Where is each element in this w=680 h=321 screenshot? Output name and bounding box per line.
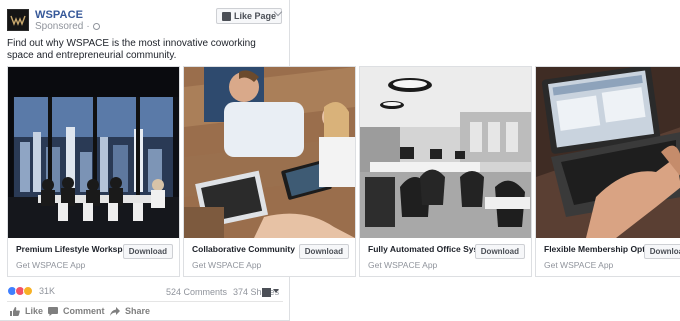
post-text: Find out why WSPACE is the most innovati… (7, 38, 256, 61)
caret-down-icon[interactable] (273, 289, 279, 293)
divider (7, 301, 283, 302)
carousel-card[interactable]: Flexible Membership Options Get WSPACE A… (535, 66, 680, 277)
thumbs-up-icon (222, 11, 231, 21)
carousel-card[interactable]: Premium Lifestyle Workspace Get WSPACE A… (7, 66, 180, 277)
wspace-logo-icon (10, 15, 26, 26)
like-action-label: Like (25, 306, 44, 316)
card-image-lifestyle-workspace[interactable] (8, 67, 179, 238)
card-title[interactable]: Premium Lifestyle Workspace (16, 244, 137, 254)
globe-icon (92, 23, 100, 30)
card-subtitle: Get WSPACE App (368, 260, 438, 270)
viewer-avatar-icon[interactable] (262, 288, 271, 297)
share-action-label: Share (125, 306, 151, 316)
card-subtitle: Get WSPACE App (16, 260, 86, 270)
card-subtitle: Get WSPACE App (192, 260, 262, 270)
like-page-label: Like Page (234, 11, 277, 21)
collaboration-laptops-photo (184, 67, 355, 238)
download-button[interactable]: Download (122, 244, 173, 259)
card-subtitle: Get WSPACE App (544, 260, 614, 270)
card-title[interactable]: Collaborative Community (192, 244, 295, 254)
sponsored-post: WSPACE Sponsored · Like Page Find out wh… (0, 0, 680, 321)
like-action-button[interactable]: Like (10, 306, 43, 316)
reactions-summary[interactable]: 31K (7, 286, 55, 296)
download-button[interactable]: Download (474, 244, 525, 259)
carousel[interactable]: Premium Lifestyle Workspace Get WSPACE A… (7, 66, 680, 278)
comments-count-link[interactable]: 524 Comments (166, 287, 227, 297)
card-image-automated-office[interactable] (360, 67, 531, 238)
download-button[interactable]: Download (298, 244, 349, 259)
wow-reaction-icon (23, 286, 33, 296)
carousel-card[interactable]: Collaborative Community Get WSPACE App D… (183, 66, 356, 277)
comment-action-label: Comment (63, 306, 105, 316)
card-image-collaborative-community[interactable] (184, 67, 355, 238)
page-name-link[interactable]: WSPACE (35, 9, 83, 21)
sponsored-label[interactable]: Sponsored · (35, 21, 100, 32)
modern-office-interior-photo (360, 67, 531, 238)
laptop-typing-photo (536, 67, 680, 238)
comment-bubble-icon (48, 306, 58, 316)
share-action-button[interactable]: Share (110, 306, 150, 316)
download-button[interactable]: Download (643, 244, 680, 259)
thumbs-up-icon (10, 306, 20, 316)
like-page-button[interactable]: Like Page (216, 8, 283, 24)
city-skyline-meeting-photo (8, 67, 179, 238)
share-arrow-icon (110, 306, 120, 316)
card-image-membership-options[interactable] (536, 67, 680, 238)
carousel-card[interactable]: Fully Automated Office System Get WSPACE… (359, 66, 532, 277)
sponsored-text: Sponsored (35, 21, 84, 32)
page-logo[interactable] (7, 9, 29, 31)
reaction-count: 31K (39, 286, 56, 296)
comment-action-button[interactable]: Comment (48, 306, 105, 316)
